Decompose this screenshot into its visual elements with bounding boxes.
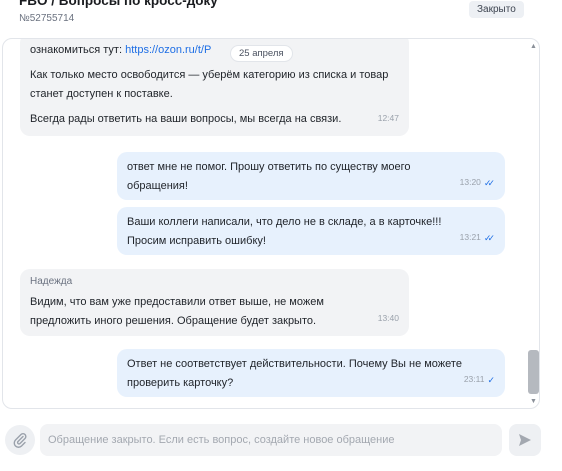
message-outgoing: Ваши коллеги написали, что дело не в скл…	[117, 207, 505, 255]
message-text: ответ мне не помог. Прошу ответить по су…	[127, 161, 411, 192]
message-text: Ваши коллеги написали, что дело не в скл…	[127, 216, 442, 228]
message-text: Видим, что вам уже предоставили ответ вы…	[30, 296, 324, 327]
double-check-icon: ✓✓	[483, 232, 495, 243]
message-text: Ответ не соответствует действительности.…	[127, 358, 462, 389]
message-link[interactable]: https://ozon.ru/t/P	[125, 44, 211, 56]
double-check-icon: ✓✓	[483, 177, 495, 188]
scrollbar-thumb[interactable]	[528, 350, 539, 394]
message-author: Надежда	[30, 276, 73, 287]
check-icon: ✓	[487, 374, 495, 385]
message-time: 13:40	[377, 313, 399, 323]
ticket-number: №52755714	[19, 13, 75, 24]
ticket-header: FBO / Вопросы по кросс-доку №52755714 За…	[0, 0, 562, 38]
message-text: Всегда рады ответить на ваши вопросы, мы…	[30, 113, 342, 125]
attach-button[interactable]	[5, 425, 35, 455]
paperclip-icon	[13, 432, 27, 448]
message-input[interactable]	[40, 424, 502, 456]
page-title: FBO / Вопросы по кросс-доку	[19, 0, 218, 8]
message-outgoing: ответ мне не помог. Прошу ответить по су…	[117, 152, 505, 200]
message-text: ознакомиться тут:	[30, 44, 126, 56]
scroll-up-arrow-icon[interactable]: ▲	[530, 43, 537, 50]
scroll-down-arrow-icon[interactable]: ▼	[530, 398, 537, 405]
message-incoming: ознакомиться тут: https://ozon.ru/t/P Ка…	[20, 39, 409, 136]
message-time: 13:20 ✓✓	[460, 173, 495, 192]
send-icon	[519, 434, 531, 446]
chat-window[interactable]: ознакомиться тут: https://ozon.ru/t/P Ка…	[2, 38, 540, 409]
date-separator: 25 апреля	[230, 45, 293, 62]
message-time: 13:21 ✓✓	[460, 228, 495, 247]
message-text: Просим исправить ошибку!	[127, 235, 266, 247]
message-text: Как только место освободится — уберём ка…	[30, 69, 389, 100]
message-outgoing: Ответ не соответствует действительности.…	[117, 349, 505, 397]
message-time: 12:47	[377, 113, 399, 123]
status-badge: Закрыто	[469, 1, 524, 18]
send-button[interactable]	[509, 424, 541, 456]
message-composer	[0, 420, 562, 460]
message-time: 23:11 ✓	[463, 374, 495, 385]
message-incoming: Надежда Видим, что вам уже предоставили …	[20, 269, 409, 336]
